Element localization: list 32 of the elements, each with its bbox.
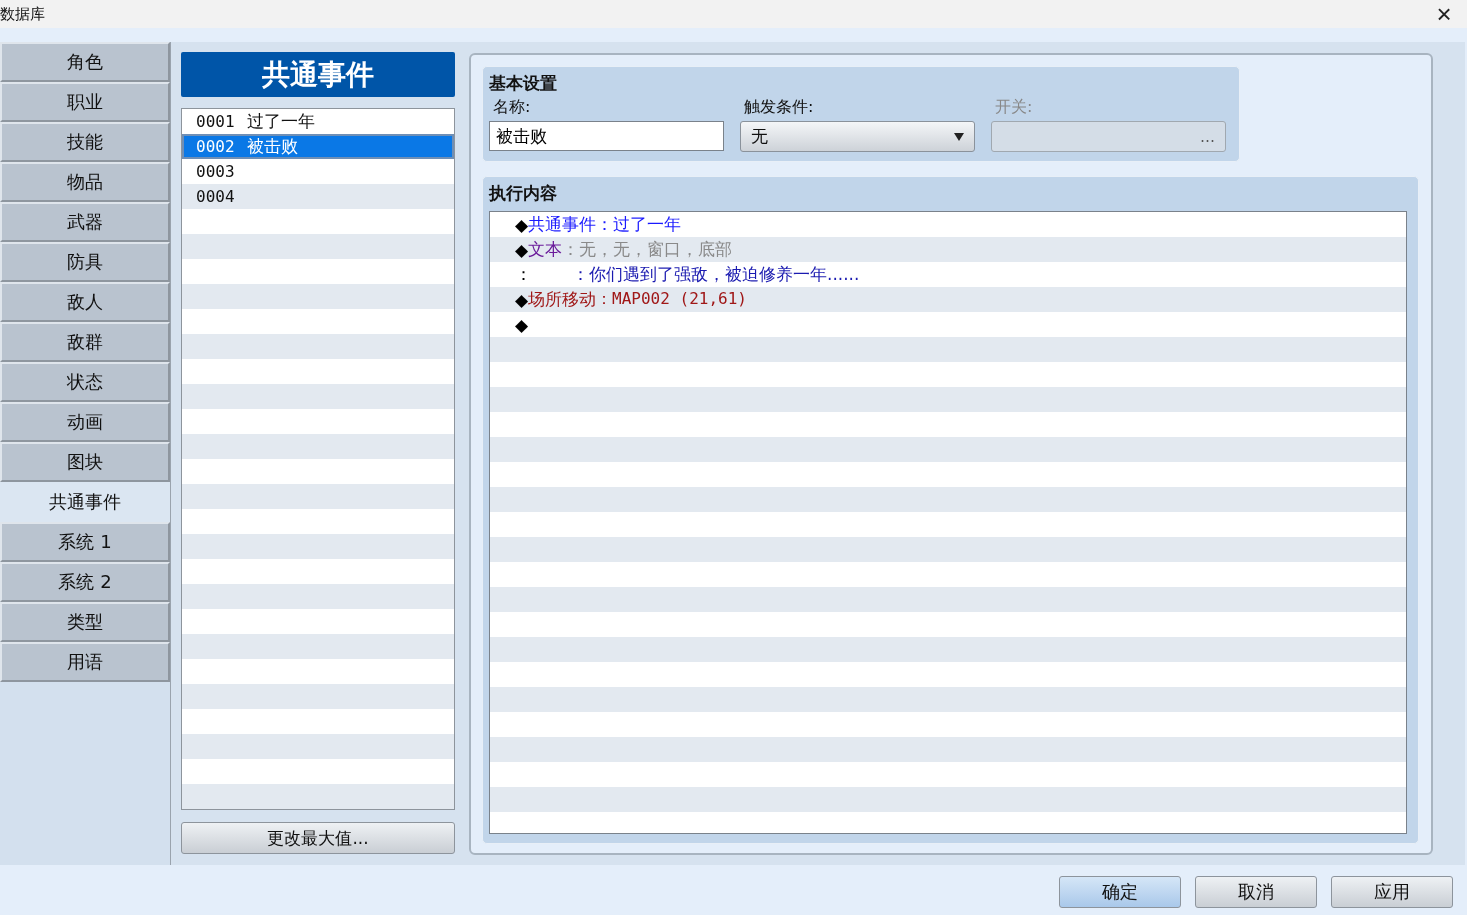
sidebar-tab[interactable]: 系统 1	[0, 522, 170, 562]
change-max-button[interactable]: 更改最大值...	[181, 822, 455, 854]
dialog-button[interactable]: 取消	[1195, 876, 1317, 908]
group-title: 基本设置	[489, 72, 558, 95]
sidebar-tab[interactable]: 敌人	[0, 282, 170, 322]
event-list-item[interactable]: 0002 被击败	[182, 134, 454, 159]
sidebar-tab[interactable]: 职业	[0, 82, 170, 122]
group-title: 执行内容	[489, 182, 558, 205]
field-label: 名称:	[492, 97, 532, 118]
sidebar-tab[interactable]: 系统 2	[0, 562, 170, 602]
name-field[interactable]: 被击败	[489, 121, 724, 151]
sidebar-tab[interactable]: 武器	[0, 202, 170, 242]
sidebar-tab[interactable]: 敌群	[0, 322, 170, 362]
trigger-dropdown[interactable]: 无	[740, 121, 975, 152]
dialog-button[interactable]: 应用	[1331, 876, 1453, 908]
field-label: 触发条件:	[743, 97, 815, 118]
window-title: 数据库	[0, 4, 45, 24]
sidebar-tab[interactable]: 角色	[0, 42, 170, 82]
sidebar-tab[interactable]: 状态	[0, 362, 170, 402]
sidebar-tab[interactable]: 物品	[0, 162, 170, 202]
sidebar-tab[interactable]: 图块	[0, 442, 170, 482]
sidebar-tab[interactable]: 共通事件	[0, 482, 170, 522]
sidebar-tab[interactable]: 类型	[0, 602, 170, 642]
caret-icon	[954, 132, 964, 141]
sidebar-tab[interactable]: 用语	[0, 642, 170, 682]
dialog-button[interactable]: 确定	[1059, 876, 1181, 908]
close-button[interactable]: ×	[1421, 0, 1467, 28]
sidebar-tab[interactable]: 动画	[0, 402, 170, 442]
field-label: 开关:	[994, 97, 1034, 118]
sidebar-tab[interactable]: 技能	[0, 122, 170, 162]
list-header: 共通事件	[181, 52, 455, 97]
sidebar-tab[interactable]: 防具	[0, 242, 170, 282]
